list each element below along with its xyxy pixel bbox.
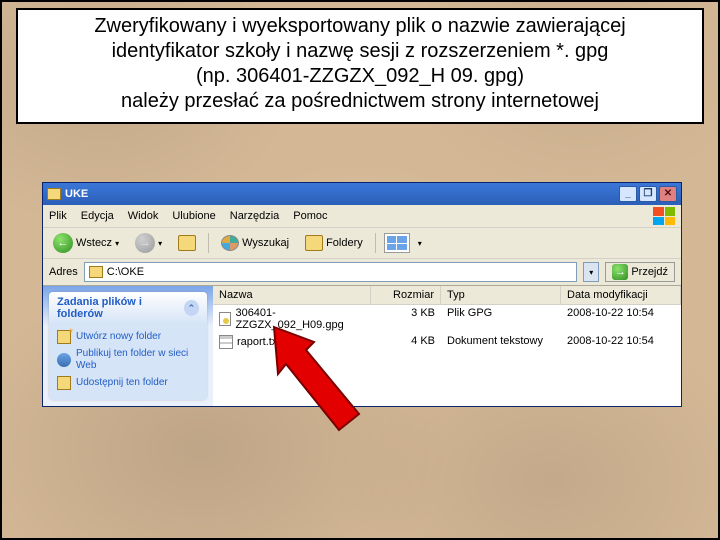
forward-button[interactable]: → ▾ [131,231,166,255]
explorer-window: UKE _ ❐ ✕ Plik Edycja Widok Ulubione Nar… [42,182,682,407]
task-share[interactable]: Udostępnij ten folder [57,374,199,392]
folders-icon [305,235,323,251]
toolbar: ← Wstecz ▾ → ▾ Wyszukaj Foldery ▾ [43,228,681,259]
col-name[interactable]: Nazwa [213,286,371,304]
file-type: Dokument tekstowy [441,334,561,350]
address-bar: Adres C:\OKE ▾ → Przejdź [43,259,681,286]
window-buttons: _ ❐ ✕ [619,186,677,202]
chevron-down-icon: ▾ [158,239,162,248]
file-name: raport.txt [237,336,280,348]
close-button[interactable]: ✕ [659,186,677,202]
go-label: Przejdź [631,266,668,278]
task-label: Udostępnij ten folder [76,377,168,389]
menu-view[interactable]: Widok [128,210,159,222]
menu-file[interactable]: Plik [49,210,67,222]
explorer-body: Zadania plików i folderów ⌃ Utwórz nowy … [43,286,681,406]
task-label: Publikuj ten folder w sieci Web [76,348,199,372]
go-arrow-icon: → [612,264,628,280]
file-row[interactable]: raport.txt 4 KB Dokument tekstowy 2008-1… [213,333,681,351]
back-button[interactable]: ← Wstecz ▾ [49,231,123,255]
menu-help[interactable]: Pomoc [293,210,327,222]
instruction-box: Zweryfikowany i wyeksportowany plik o na… [16,8,704,124]
collapse-icon: ⌃ [184,300,199,316]
back-label: Wstecz [76,237,112,249]
back-arrow-icon: ← [53,233,73,253]
instruction-line: identyfikator szkoły i nazwę sesji z roz… [26,39,694,64]
separator [208,233,209,253]
menubar: Plik Edycja Widok Ulubione Narzędzia Pom… [43,205,681,228]
file-size: 3 KB [371,306,441,332]
chevron-down-icon: ▾ [115,239,119,248]
address-value: C:\OKE [107,266,144,278]
view-mode-button[interactable] [384,233,410,253]
folders-button[interactable]: Foldery [301,233,367,253]
share-icon [57,376,71,390]
file-date: 2008-10-22 10:54 [561,334,681,350]
column-headers: Nazwa Rozmiar Typ Data modyfikacji [213,286,681,305]
minimize-button[interactable]: _ [619,186,637,202]
address-input[interactable]: C:\OKE [84,262,578,282]
menu-tools[interactable]: Narzędzia [230,210,280,222]
tasks-header[interactable]: Zadania plików i folderów ⌃ [49,292,207,324]
instruction-line: Zweryfikowany i wyeksportowany plik o na… [26,14,694,39]
task-new-folder[interactable]: Utwórz nowy folder [57,328,199,346]
instruction-line: (np. 306401-ZZGZX_092_H 09. gpg) [26,64,694,89]
file-list-pane: Nazwa Rozmiar Typ Data modyfikacji 30640… [213,286,681,406]
task-label: Utwórz nowy folder [76,331,161,343]
txt-file-icon [219,335,233,349]
new-folder-icon [57,330,71,344]
col-size[interactable]: Rozmiar [371,286,441,304]
address-dropdown[interactable]: ▾ [583,262,599,282]
file-size: 4 KB [371,334,441,350]
separator [375,233,376,253]
address-label: Adres [49,266,78,278]
folder-icon [89,266,103,278]
maximize-button[interactable]: ❐ [639,186,657,202]
tasks-box: Zadania plików i folderów ⌃ Utwórz nowy … [49,292,207,400]
windows-flag-icon [653,207,675,225]
instruction-line: należy przesłać za pośrednictwem strony … [26,89,694,114]
gpg-file-icon [219,312,231,326]
search-label: Wyszukaj [242,237,289,249]
search-icon [221,235,239,251]
menu-favorites[interactable]: Ulubione [172,210,215,222]
up-folder-icon [178,235,196,251]
tasks-body: Utwórz nowy folder Publikuj ten folder w… [49,324,207,400]
search-button[interactable]: Wyszukaj [217,233,293,253]
titlebar[interactable]: UKE _ ❐ ✕ [43,183,681,205]
up-button[interactable] [174,233,200,253]
file-list: 306401-ZZGZX_092_H09.gpg 3 KB Plik GPG 2… [213,305,681,351]
menu-edit[interactable]: Edycja [81,210,114,222]
go-button[interactable]: → Przejdź [605,262,675,282]
col-date[interactable]: Data modyfikacji [561,286,681,304]
folder-icon [47,188,61,200]
task-publish[interactable]: Publikuj ten folder w sieci Web [57,346,199,374]
forward-arrow-icon: → [135,233,155,253]
col-type[interactable]: Typ [441,286,561,304]
tasks-title: Zadania plików i folderów [57,296,184,320]
file-type: Plik GPG [441,306,561,332]
file-name: 306401-ZZGZX_092_H09.gpg [235,307,365,331]
tasks-pane: Zadania plików i folderów ⌃ Utwórz nowy … [43,286,213,406]
publish-icon [57,353,71,367]
file-date: 2008-10-22 10:54 [561,306,681,332]
chevron-down-icon[interactable]: ▾ [418,239,422,248]
file-row[interactable]: 306401-ZZGZX_092_H09.gpg 3 KB Plik GPG 2… [213,305,681,333]
folders-label: Foldery [326,237,363,249]
window-title: UKE [65,188,619,200]
